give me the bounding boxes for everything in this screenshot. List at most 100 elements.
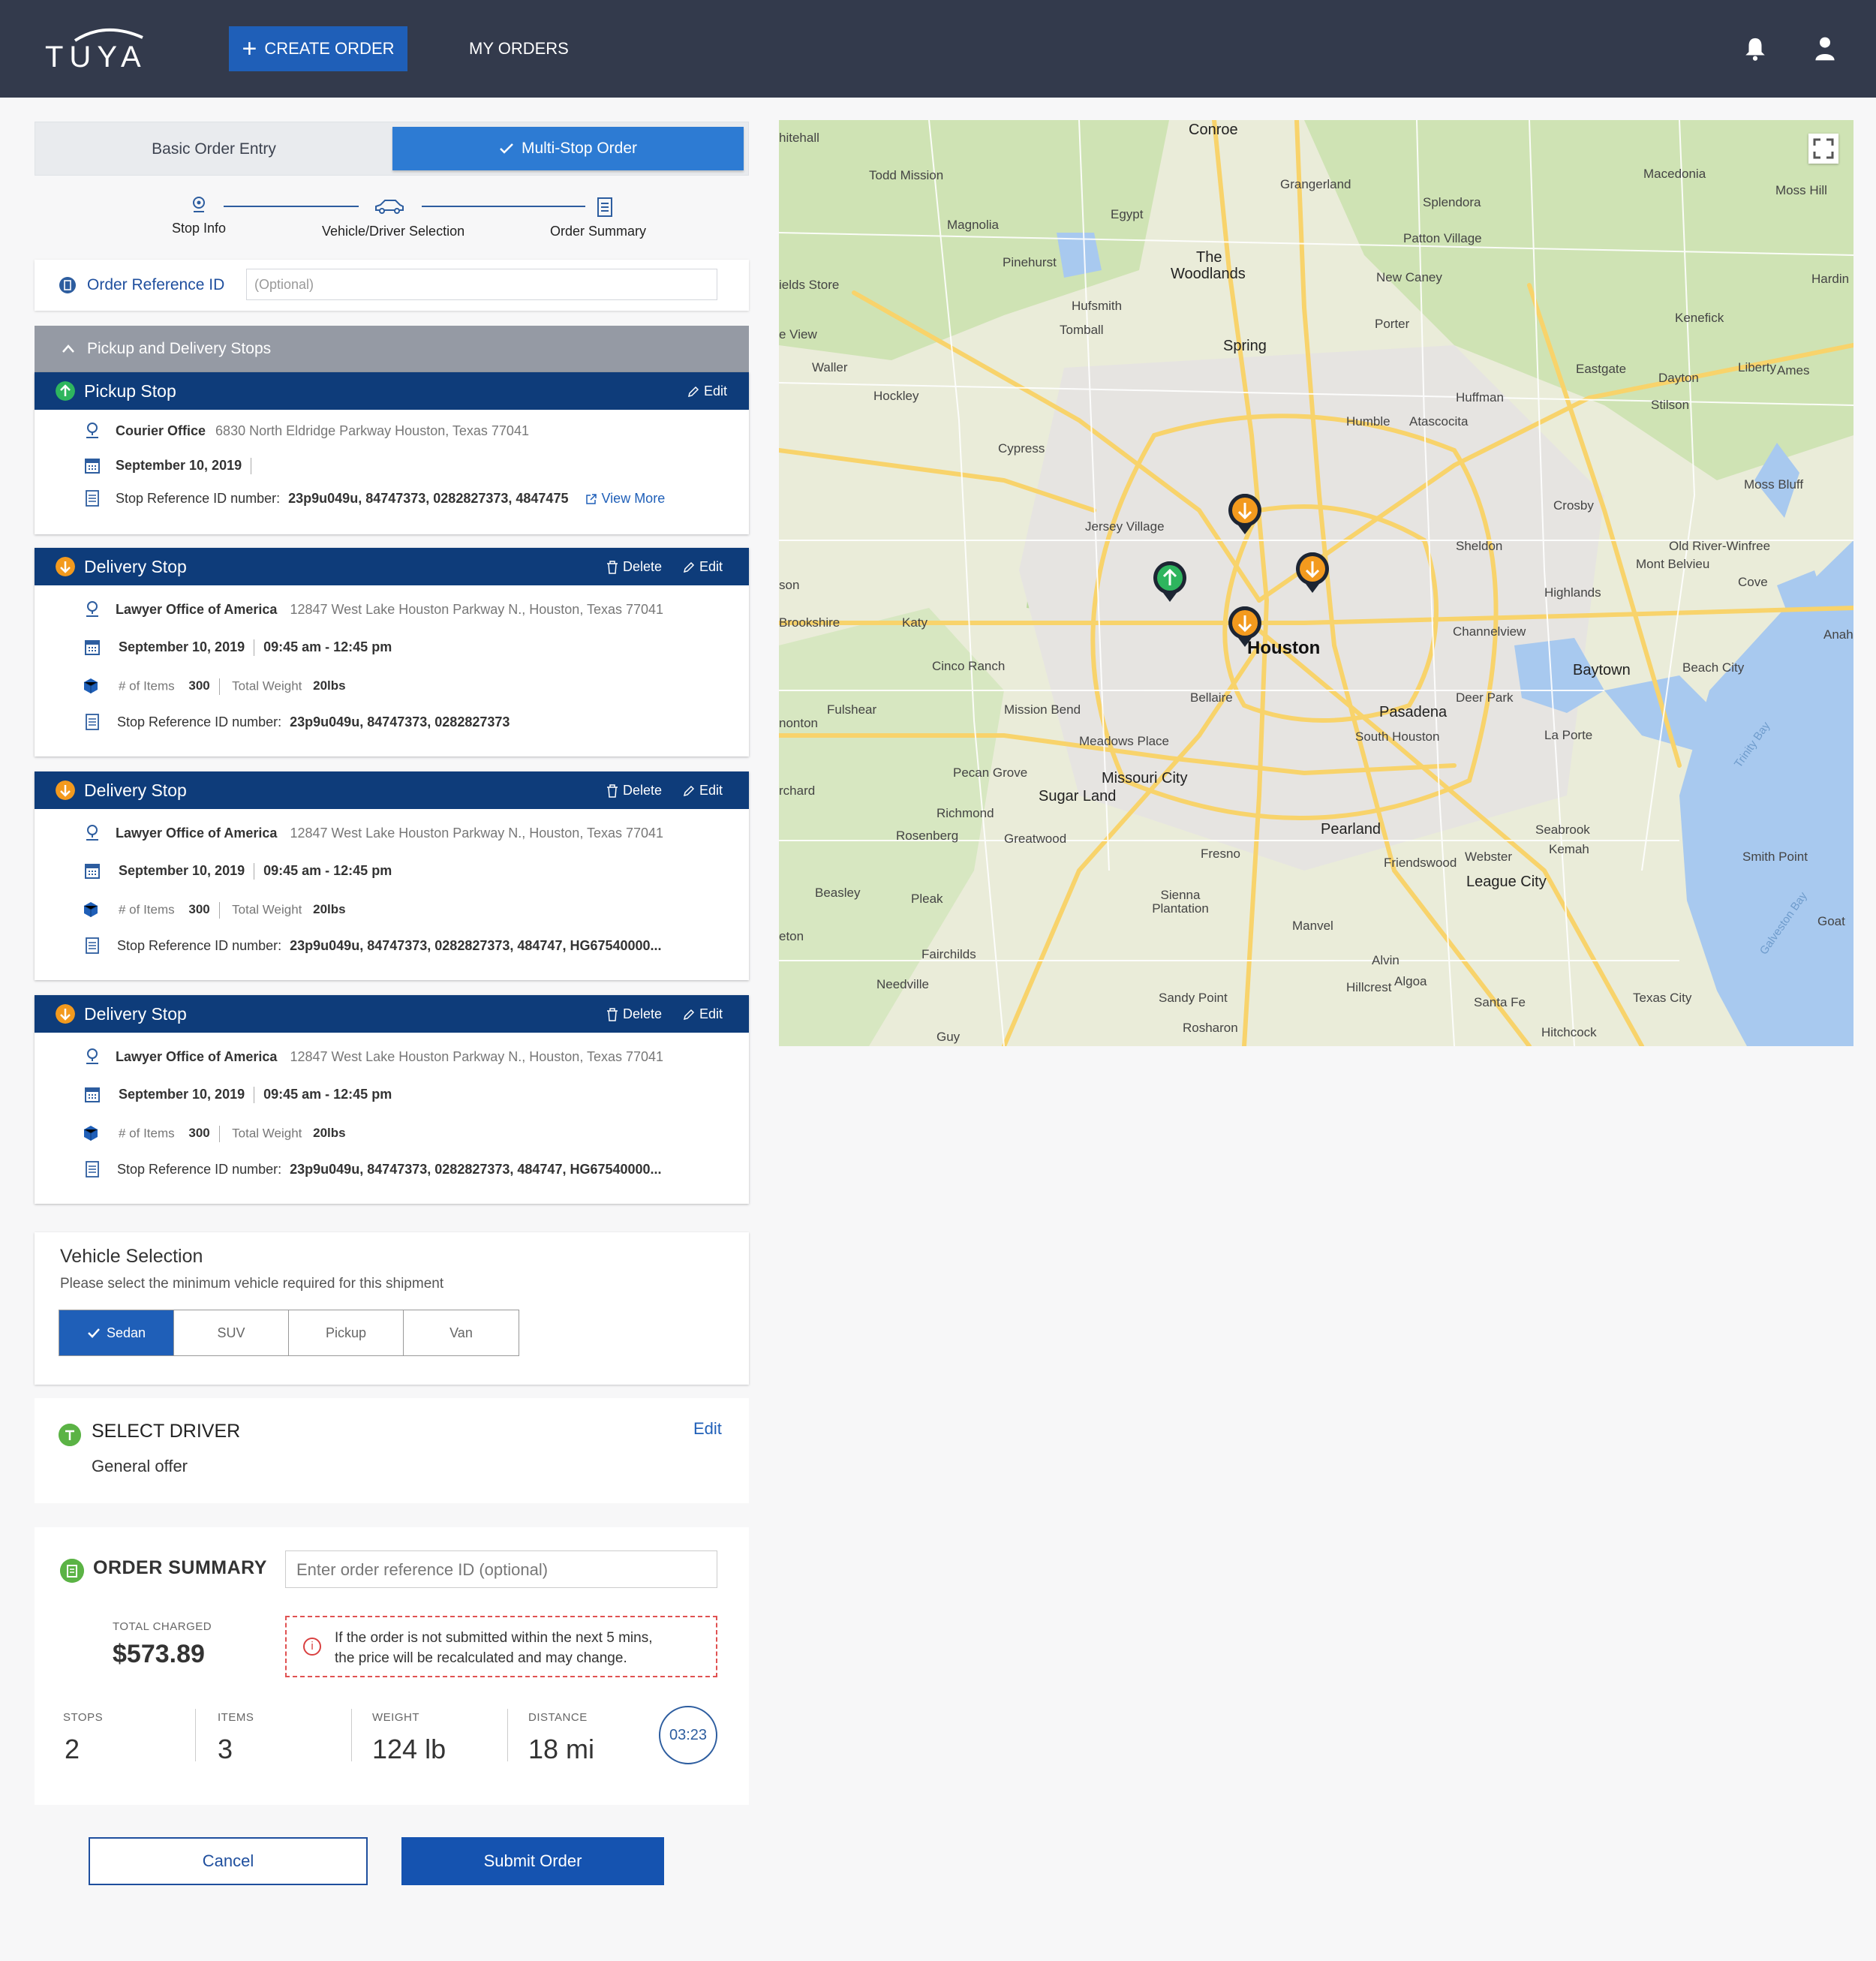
calendar-icon	[85, 640, 100, 655]
step-stop-info[interactable]: Stop Info	[172, 221, 226, 236]
map-label: Beach City	[1682, 660, 1745, 675]
map-label: rchard	[779, 783, 816, 798]
delivery-map-pin[interactable]	[1228, 494, 1262, 536]
delivery-items-row: # of Items 300 Total Weight 20lbs	[119, 678, 346, 695]
map-label: Pecan Grove	[953, 765, 1028, 780]
delivery-delete-button[interactable]: Delete	[606, 1006, 662, 1022]
warning-line: If the order is not submitted within the…	[335, 1630, 653, 1646]
pickup-map-pin[interactable]	[1153, 561, 1187, 603]
delivery-delete-label: Delete	[623, 559, 663, 574]
location-pin-icon	[86, 601, 98, 617]
stops-section-header[interactable]: Pickup and Delivery Stops	[35, 326, 749, 372]
map-label: Webster	[1465, 850, 1512, 864]
delivery-edit-button[interactable]: Edit	[683, 559, 723, 575]
delivery-location-row: Lawyer Office of America 12847 West Lake…	[116, 1049, 663, 1065]
package-icon	[83, 678, 98, 693]
pencil-icon	[683, 561, 695, 573]
warning-info-icon: i	[303, 1638, 321, 1656]
stat-items-label: ITEMS	[218, 1711, 254, 1724]
delivery-delete-button[interactable]: Delete	[606, 783, 662, 799]
map-label: Beasley	[815, 886, 861, 900]
map-label: Hockley	[873, 389, 919, 403]
stat-divider	[351, 1709, 352, 1761]
map-label: ields Store	[779, 278, 840, 292]
summary-reference-input[interactable]: Enter order reference ID (optional)	[285, 1550, 717, 1588]
delivery-arrow-down-icon	[56, 780, 75, 800]
map-label: Katy	[902, 615, 928, 630]
document-icon	[86, 1161, 99, 1178]
map-label: Spring	[1223, 338, 1267, 354]
map-label: Crosby	[1553, 498, 1594, 513]
pencil-icon	[683, 1009, 695, 1020]
warning-line: the price will be recalculated and may c…	[335, 1650, 627, 1666]
pickup-edit-button[interactable]: Edit	[687, 383, 727, 399]
vehicle-option-sedan[interactable]: Sedan	[59, 1310, 174, 1355]
delivery-map-pin[interactable]	[1228, 606, 1262, 648]
delivery-edit-button[interactable]: Edit	[683, 783, 723, 799]
map-label: hitehall	[779, 131, 819, 145]
map-label: son	[779, 578, 800, 592]
map-label: Manvel	[1292, 919, 1333, 933]
bell-icon[interactable]	[1742, 36, 1768, 62]
delivery-stop-title: Delivery Stop	[84, 780, 187, 800]
view-more-link[interactable]: View More	[585, 491, 665, 506]
delivery-date: September 10, 2019	[119, 639, 245, 654]
submit-order-button[interactable]: Submit Order	[401, 1837, 664, 1885]
map-label: Texas City	[1633, 991, 1692, 1005]
pickup-reference-value: 23p9u049u, 84747373, 0282827373, 4847475	[288, 491, 569, 506]
trash-icon	[607, 783, 618, 798]
delivery-delete-button[interactable]: Delete	[606, 559, 662, 575]
package-icon	[83, 1126, 98, 1141]
map-label: Moss Bluff	[1744, 477, 1804, 492]
step-order-summary[interactable]: Order Summary	[550, 224, 646, 239]
delivery-date: September 10, 2019	[119, 863, 245, 878]
items-label: # of Items	[119, 678, 175, 693]
items-label: # of Items	[119, 1126, 175, 1141]
driver-edit-link[interactable]: Edit	[693, 1419, 722, 1439]
delivery-reference-label: Stop Reference ID number:	[117, 1162, 282, 1177]
map-label: Anahu	[1823, 627, 1853, 642]
create-order-button[interactable]: + CREATE ORDER	[229, 26, 407, 71]
stat-divider	[195, 1709, 196, 1761]
delivery-reference-label: Stop Reference ID number:	[117, 714, 282, 729]
vehicle-option-suv[interactable]: SUV	[174, 1310, 289, 1355]
vehicle-option-van[interactable]: Van	[404, 1310, 519, 1355]
delivery-stop-title: Delivery Stop	[84, 557, 187, 576]
user-icon[interactable]	[1814, 36, 1835, 62]
map-label: Tomball	[1060, 323, 1104, 337]
fullscreen-button[interactable]	[1808, 134, 1838, 164]
stat-weight-label: WEIGHT	[372, 1711, 419, 1724]
stops-section-title: Pickup and Delivery Stops	[87, 340, 272, 357]
vehicle-option-label: Sedan	[106, 1325, 146, 1340]
cancel-button[interactable]: Cancel	[89, 1837, 368, 1885]
pickup-reference-row: Stop Reference ID number: 23p9u049u, 847…	[116, 491, 665, 507]
pickup-date-row: September 10, 2019	[116, 458, 260, 475]
calendar-icon	[85, 864, 100, 879]
route-map[interactable]: hitehall Conroe Todd Mission Grangerland…	[779, 120, 1853, 1046]
vehicle-selection-title: Vehicle Selection	[60, 1246, 203, 1267]
map-label: Greatwood	[1004, 832, 1067, 846]
step-vehicle-driver[interactable]: Vehicle/Driver Selection	[322, 224, 464, 239]
delivery-map-pin[interactable]	[1295, 552, 1330, 594]
map-label: eton	[779, 929, 804, 943]
my-orders-link[interactable]: MY ORDERS	[469, 39, 569, 59]
map-label: Ames	[1777, 363, 1810, 377]
pencil-icon	[683, 785, 695, 796]
multi-stop-order-tab[interactable]: Multi-Stop Order	[392, 127, 744, 170]
map-label: Rosenberg	[896, 829, 959, 843]
order-reference-input[interactable]: (Optional)	[246, 269, 717, 300]
document-icon	[86, 714, 99, 730]
delivery-address: 12847 West Lake Houston Parkway N., Hous…	[290, 826, 664, 841]
delivery-arrow-down-icon	[56, 557, 75, 576]
vehicle-option-pickup[interactable]: Pickup	[289, 1310, 404, 1355]
location-pin-icon	[193, 197, 205, 212]
map-label: nonton	[779, 716, 818, 730]
stat-divider	[507, 1709, 508, 1761]
delivery-date-row: September 10, 2019 09:45 am - 12:45 pm	[119, 863, 392, 880]
basic-order-entry-tab[interactable]: Basic Order Entry	[35, 122, 392, 176]
location-pin-icon	[86, 423, 98, 438]
pickup-edit-label: Edit	[704, 383, 728, 399]
brand-logo[interactable]: TUYA	[45, 24, 158, 77]
delivery-edit-button[interactable]: Edit	[683, 1006, 723, 1022]
order-reference-label: Order Reference ID	[87, 276, 225, 293]
